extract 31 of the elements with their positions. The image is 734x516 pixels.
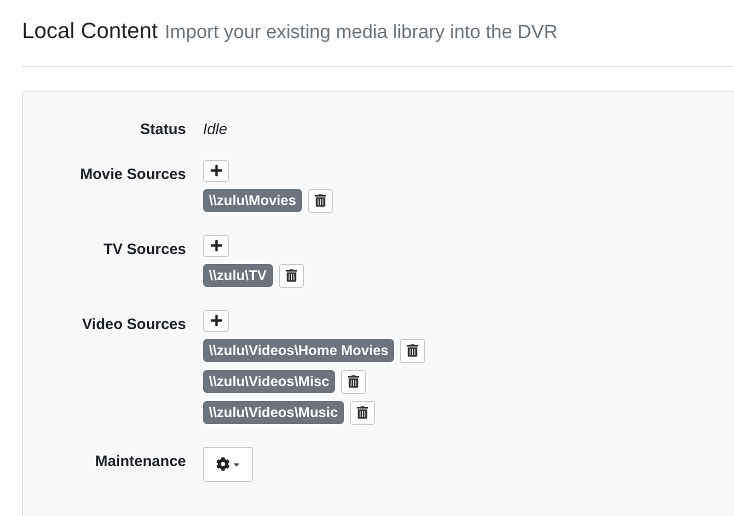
maintenance-menu-button[interactable] [203,446,253,482]
delete-button[interactable] [350,400,375,424]
delete-button[interactable] [400,338,426,362]
trash-icon [315,194,326,207]
path-tag: \\zulu\TV [203,264,273,287]
page-subtitle: Import your existing media library into the DVR [164,21,558,45]
trash-icon [407,344,418,357]
delete-button[interactable] [308,188,334,212]
trash-icon [356,406,368,419]
add-button[interactable] [203,310,229,332]
plus-icon [210,314,222,327]
path-tag: \\zulu\Movies [203,189,302,212]
path-tag: \\zulu\Videos\Misc [203,370,336,393]
field-label: TV Sources [103,240,186,258]
plus-icon [210,239,222,252]
path-tag: \\zulu\Videos\Music [203,401,344,424]
trash-icon [348,375,360,388]
delete-button[interactable] [341,370,366,394]
delete-button[interactable] [278,264,304,288]
field-label: Maintenance [95,452,186,470]
add-button[interactable] [203,234,229,256]
add-button[interactable] [203,160,229,182]
field-label: Video Sources [82,316,186,332]
trash-icon [286,269,297,282]
path-tag: \\zulu\Videos\Home Movies [203,339,394,362]
field-label: Status [140,120,186,138]
plus-icon [210,164,222,177]
gear-icon [216,457,230,471]
status-value: Idle [203,120,228,140]
field-label: Movie Sources [80,166,186,182]
page-title: Local Content [22,17,158,45]
